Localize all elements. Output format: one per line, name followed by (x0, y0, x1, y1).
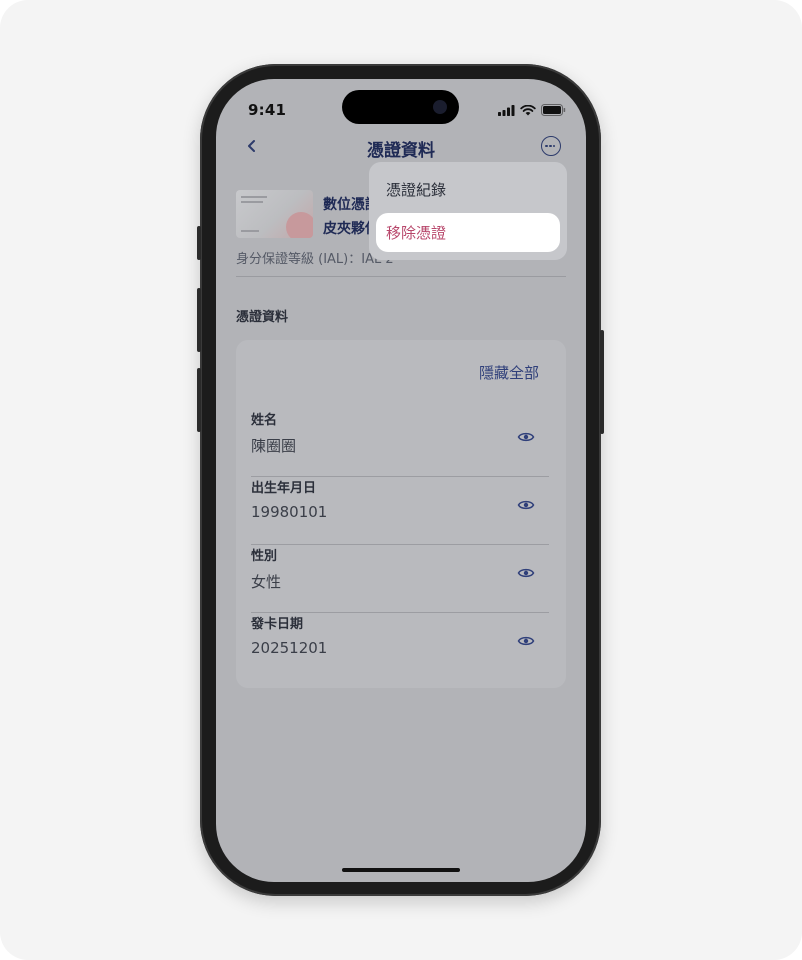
more-menu: 憑證紀錄 移除憑證 (369, 162, 567, 260)
eye-icon[interactable] (517, 431, 535, 443)
field-label: 發卡日期 (251, 617, 304, 632)
field-value: 20251201 (251, 639, 328, 657)
field-label: 出生年月日 (251, 481, 317, 496)
battery-icon (541, 104, 566, 116)
field-value: 19980101 (251, 503, 328, 521)
field-row: 發卡日期 20251201 (251, 613, 551, 681)
field-row: 性別 女性 (251, 545, 551, 613)
menu-item-remove-credential[interactable]: 移除憑證 (376, 213, 560, 252)
menu-item-credential-record[interactable]: 憑證紀錄 (386, 179, 446, 200)
phone-screen: 9:41 憑證資料 數位憑證 皮夾夥伴 身分保證等級 (IAL)：IAL 2 憑… (216, 79, 586, 882)
dynamic-island (342, 90, 459, 124)
camera-icon (433, 100, 447, 114)
more-icon[interactable] (541, 136, 561, 156)
field-value: 女性 (251, 573, 282, 591)
section-title: 憑證資料 (236, 310, 289, 325)
status-time: 9:41 (248, 101, 287, 119)
field-value: 陳圈圈 (251, 437, 297, 455)
power-button (600, 330, 604, 434)
action-button (197, 226, 201, 260)
eye-icon[interactable] (517, 635, 535, 647)
field-row: 姓名 陳圈圈 (251, 409, 551, 477)
credential-card-image (236, 190, 313, 238)
credential-data-card: 隱藏全部 姓名 陳圈圈 出生年月日 19980101 性別 女性 發卡日期 20… (236, 340, 566, 688)
hide-all-button[interactable]: 隱藏全部 (479, 362, 539, 383)
eye-icon[interactable] (517, 567, 535, 579)
page-title: 憑證資料 (367, 141, 435, 161)
menu-item-remove-label: 移除憑證 (386, 224, 447, 242)
field-label: 姓名 (251, 413, 278, 428)
wifi-icon (520, 104, 536, 115)
home-indicator (342, 868, 460, 872)
field-row: 出生年月日 19980101 (251, 477, 551, 545)
eye-icon[interactable] (517, 499, 535, 511)
signal-icon (498, 104, 515, 116)
volume-down-button (197, 368, 201, 432)
status-icons (498, 104, 566, 116)
header-divider (236, 276, 566, 277)
volume-up-button (197, 288, 201, 352)
field-label: 性別 (251, 549, 278, 564)
